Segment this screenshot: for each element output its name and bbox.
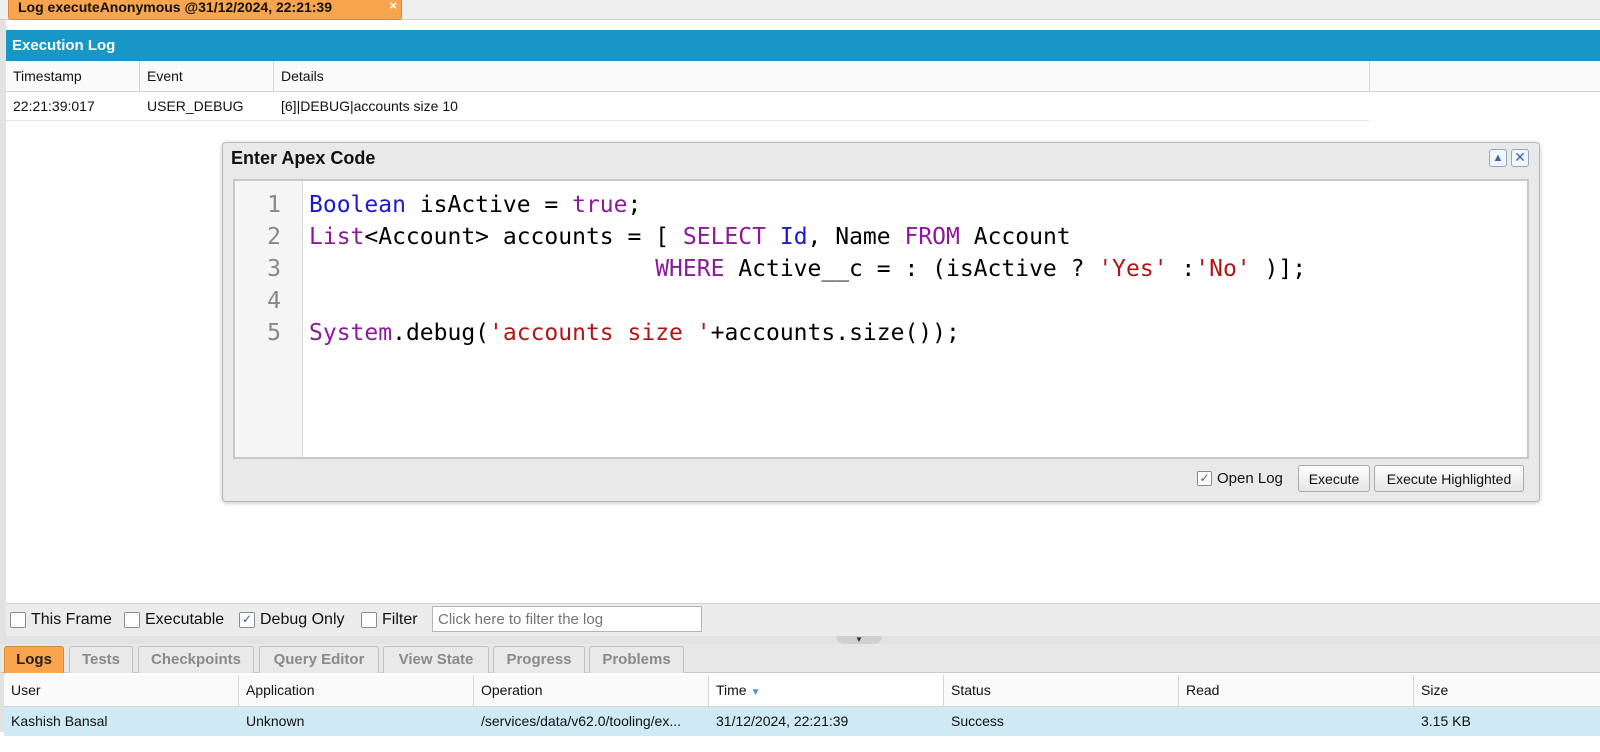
code-token: WHERE bbox=[655, 256, 725, 282]
code-token: List bbox=[309, 224, 365, 250]
executable-checkbox[interactable] bbox=[124, 612, 140, 628]
log-file-tab-label: Log executeAnonymous @31/12/2024, 22:21:… bbox=[18, 0, 333, 15]
code-token: : bbox=[1167, 256, 1196, 282]
column-header-time[interactable]: Time ▼ bbox=[709, 675, 944, 706]
execute-highlighted-button[interactable]: Execute Highlighted bbox=[1374, 465, 1524, 492]
close-icon[interactable]: ✕ bbox=[1511, 149, 1529, 167]
operation-cell: /services/data/v62.0/tooling/ex... bbox=[481, 713, 681, 729]
code-line-5: System.debug('accounts size '+accounts.s… bbox=[309, 317, 960, 349]
debug-only-option[interactable]: ✓ Debug Only bbox=[239, 611, 345, 629]
column-header-status[interactable]: Status bbox=[944, 675, 1179, 706]
code-token: System bbox=[309, 320, 393, 346]
time-cell: 31/12/2024, 22:21:39 bbox=[716, 713, 849, 729]
code-token: 'Yes' bbox=[1098, 256, 1168, 282]
top-tab-strip: Log executeAnonymous @31/12/2024, 22:21:… bbox=[0, 0, 1600, 20]
code-line-2: List<Account> accounts = [ SELECT Id, Na… bbox=[309, 221, 1071, 253]
this-frame-checkbox[interactable] bbox=[10, 612, 26, 628]
code-token: true bbox=[572, 192, 628, 218]
read-cell bbox=[1179, 707, 1414, 736]
code-token: Account bbox=[959, 224, 1071, 250]
filter-label: Filter bbox=[382, 611, 418, 628]
executable-label: Executable bbox=[145, 611, 225, 628]
filter-checkbox[interactable] bbox=[361, 612, 377, 628]
table-row[interactable]: Kashish Bansal Unknown /services/data/v6… bbox=[4, 707, 1600, 736]
enter-apex-code-dialog: Enter Apex Code ▲ ✕ 1 2 3 4 5 Boolean is… bbox=[222, 142, 1540, 502]
filter-option[interactable]: Filter bbox=[361, 611, 418, 629]
debug-only-checkbox[interactable]: ✓ bbox=[239, 612, 255, 628]
execute-button[interactable]: Execute bbox=[1298, 465, 1370, 492]
line-number: 3 bbox=[267, 256, 281, 282]
code-token: ; bbox=[627, 192, 642, 218]
column-header-read[interactable]: Read bbox=[1179, 675, 1414, 706]
code-token: .debug( bbox=[392, 320, 490, 346]
dialog-title: Enter Apex Code bbox=[231, 148, 376, 168]
line-number: 5 bbox=[267, 320, 281, 346]
log-file-tab[interactable]: Log executeAnonymous @31/12/2024, 22:21:… bbox=[8, 0, 402, 20]
column-header-details[interactable]: Details bbox=[274, 61, 1369, 91]
code-token: 'accounts size ' bbox=[489, 320, 711, 346]
code-editor[interactable]: 1 2 3 4 5 Boolean isActive = true; List<… bbox=[233, 179, 1529, 459]
code-token: <Account> accounts = [ bbox=[364, 224, 683, 250]
open-log-checkbox[interactable]: ✓ bbox=[1197, 471, 1212, 486]
code-token: Active__c = : (isActive ? bbox=[724, 256, 1099, 282]
this-frame-label: This Frame bbox=[31, 611, 112, 628]
code-token: isActive = bbox=[405, 192, 573, 218]
code-token: Boolean bbox=[309, 192, 406, 218]
code-line-3: WHERE Active__c = : (isActive ? 'Yes' :'… bbox=[309, 253, 1306, 285]
column-header-application[interactable]: Application bbox=[239, 675, 474, 706]
sort-descending-icon: ▼ bbox=[750, 687, 761, 698]
column-header-filler bbox=[1369, 61, 1600, 92]
application-cell: Unknown bbox=[246, 713, 305, 729]
size-cell: 3.15 KB bbox=[1421, 713, 1471, 729]
tab-logs[interactable]: Logs bbox=[4, 646, 64, 673]
line-number: 2 bbox=[267, 224, 281, 250]
open-log-option[interactable]: ✓ Open Log bbox=[1197, 470, 1283, 487]
status-cell: Success bbox=[951, 713, 1004, 729]
column-header-size[interactable]: Size bbox=[1414, 675, 1600, 706]
tab-query-editor[interactable]: Query Editor bbox=[259, 646, 379, 673]
column-header-timestamp[interactable]: Timestamp bbox=[6, 61, 140, 91]
line-number: 4 bbox=[267, 288, 281, 314]
code-token: )]; bbox=[1250, 256, 1307, 282]
panel-splitter[interactable] bbox=[0, 636, 1600, 644]
debug-only-label: Debug Only bbox=[260, 611, 345, 628]
close-icon[interactable]: × bbox=[389, 0, 397, 13]
open-log-label: Open Log bbox=[1217, 470, 1283, 487]
filter-log-input[interactable] bbox=[432, 606, 702, 632]
tab-view-state[interactable]: View State bbox=[383, 646, 489, 673]
code-token: Id bbox=[779, 224, 808, 250]
execution-log-header: Execution Log bbox=[6, 30, 1600, 61]
code-token: FROM bbox=[904, 224, 960, 250]
tab-checkpoints[interactable]: Checkpoints bbox=[138, 646, 254, 673]
minimize-icon[interactable]: ▲ bbox=[1489, 149, 1507, 167]
column-header-operation[interactable]: Operation bbox=[474, 675, 709, 706]
details-cell: [6]|DEBUG|accounts size 10 bbox=[281, 98, 458, 114]
code-token: 'No' bbox=[1195, 256, 1251, 282]
code-line-1: Boolean isActive = true; bbox=[309, 189, 641, 221]
bottom-tab-bar: Logs Tests Checkpoints Query Editor View… bbox=[0, 644, 1600, 673]
code-token: +accounts.size()); bbox=[710, 320, 960, 346]
timestamp-cell: 22:21:39:017 bbox=[13, 98, 95, 114]
column-header-event[interactable]: Event bbox=[140, 61, 274, 91]
tab-progress[interactable]: Progress bbox=[493, 646, 585, 673]
execution-log-column-headers: Timestamp Event Details bbox=[6, 61, 1369, 92]
chevron-down-icon[interactable]: ▼ bbox=[836, 636, 882, 644]
column-header-time-label: Time bbox=[716, 682, 747, 698]
code-token: , Name bbox=[807, 224, 905, 250]
tab-problems[interactable]: Problems bbox=[589, 646, 684, 673]
code-token: SELECT bbox=[682, 224, 766, 250]
table-row[interactable]: 22:21:39:017 USER_DEBUG [6]|DEBUG|accoun… bbox=[6, 92, 1369, 121]
logs-table-header: User Application Operation Time ▼ Status … bbox=[4, 675, 1600, 707]
line-number: 1 bbox=[267, 192, 281, 218]
user-cell: Kashish Bansal bbox=[11, 713, 108, 729]
this-frame-option[interactable]: This Frame bbox=[10, 611, 112, 629]
column-header-user[interactable]: User bbox=[4, 675, 239, 706]
event-cell: USER_DEBUG bbox=[147, 98, 244, 114]
tab-tests[interactable]: Tests bbox=[69, 646, 133, 673]
log-filter-bar: This Frame Executable ✓ Debug Only Filte… bbox=[6, 603, 1600, 636]
executable-option[interactable]: Executable bbox=[124, 611, 224, 629]
dialog-footer: ✓ Open Log Execute Execute Highlighted bbox=[233, 460, 1529, 496]
